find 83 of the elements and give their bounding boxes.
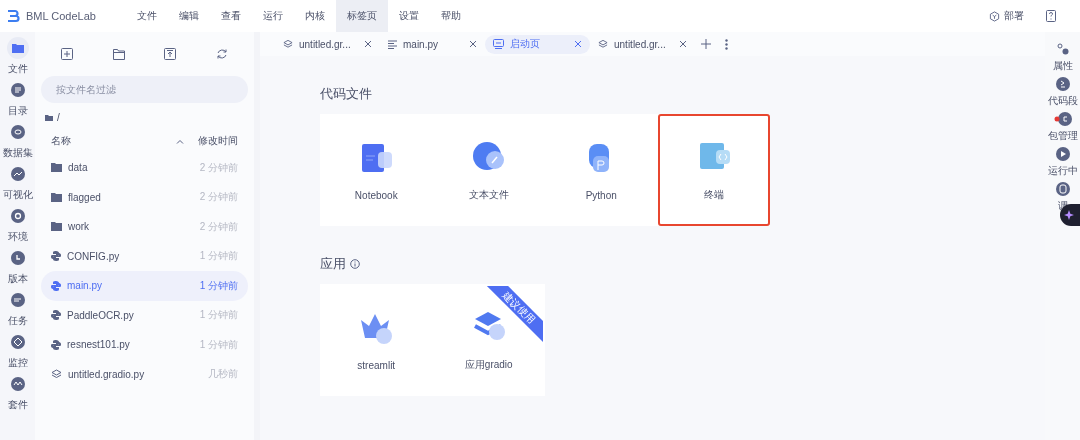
more-icon[interactable] xyxy=(725,38,728,50)
rail-label: 包管理 xyxy=(1047,129,1078,143)
info-icon[interactable] xyxy=(350,259,360,269)
close-icon[interactable] xyxy=(469,40,477,48)
card-label: streamlit xyxy=(357,359,396,371)
dataset-icon xyxy=(10,125,25,139)
file-name: untitled.gradio.py xyxy=(68,368,146,380)
filter-field[interactable]: 按文件名过滤 xyxy=(41,76,248,103)
section-title: 代码文件 xyxy=(320,85,372,103)
sparkle-icon xyxy=(1064,209,1076,221)
logo-icon xyxy=(6,9,20,23)
modified-time: 1 分钟前 xyxy=(199,278,238,293)
launcher-card[interactable]: 终端 xyxy=(657,114,770,226)
upload-icon[interactable] xyxy=(164,48,177,60)
editor-tab[interactable]: 启动页 xyxy=(485,34,590,54)
layers-icon xyxy=(51,369,62,380)
lines-icon xyxy=(388,39,397,49)
deploy-button[interactable]: 部署 xyxy=(989,9,1024,23)
task-icon xyxy=(10,293,25,307)
folder-icon xyxy=(11,43,24,53)
monitor-icon xyxy=(493,39,504,49)
add-icon[interactable] xyxy=(701,39,711,49)
file-name: main.py xyxy=(67,280,103,292)
file-name: resnest101.py xyxy=(67,339,131,351)
column-header[interactable]: 修改时间 xyxy=(198,134,238,148)
file-row[interactable]: untitled.gradio.py 几秒前 xyxy=(41,359,248,389)
section-title: 应用 xyxy=(320,255,346,273)
file-name: CONFIG.py xyxy=(67,250,121,262)
close-icon[interactable] xyxy=(679,40,687,48)
menu-item[interactable]: 标签页 xyxy=(336,0,388,32)
rail-button[interactable] xyxy=(6,37,29,59)
folder-icon xyxy=(51,163,62,173)
folder-icon xyxy=(51,192,62,202)
close-icon[interactable] xyxy=(364,40,372,48)
file-name: PaddleOCR.py xyxy=(67,309,135,321)
card-label: 文本文件 xyxy=(468,188,509,202)
file-name: work xyxy=(68,221,91,233)
folder-icon xyxy=(51,222,62,232)
modified-time: 几秒前 xyxy=(208,367,238,382)
rail-label: 代码段 xyxy=(1047,94,1078,108)
editor-tab[interactable]: main.py xyxy=(380,34,485,54)
python-icon xyxy=(51,280,61,291)
new-file-icon[interactable] xyxy=(60,48,73,60)
rail-label: 可视化 xyxy=(2,188,33,202)
python-icon xyxy=(51,339,61,350)
python-icon xyxy=(51,310,61,321)
rail-label: 版本 xyxy=(7,272,28,286)
rail-label: 运行中 xyxy=(1047,164,1078,178)
path-text: / xyxy=(57,112,60,123)
rail-label: 任务 xyxy=(7,314,28,328)
list-icon xyxy=(10,83,25,97)
chart-icon xyxy=(10,167,25,181)
diamond-icon xyxy=(10,335,25,349)
rail-label: 数据集 xyxy=(2,146,33,160)
cube-icon xyxy=(989,10,1000,22)
python-icon xyxy=(51,251,61,262)
rail-label: 属性 xyxy=(1052,59,1073,73)
editor-tab[interactable]: untitled.gr... xyxy=(590,34,695,54)
wave-icon xyxy=(10,377,25,391)
rail-label: 环境 xyxy=(7,230,28,244)
rail-label: 套件 xyxy=(7,398,28,412)
file-name: flagged xyxy=(68,191,102,203)
folder-icon xyxy=(45,114,53,121)
column-header[interactable]: 名称 xyxy=(51,134,176,148)
card-label: 应用gradio xyxy=(464,358,513,372)
rail-label: 监控 xyxy=(7,356,28,370)
card-label: 终端 xyxy=(703,188,724,202)
help-icon[interactable] xyxy=(1046,10,1056,22)
card-label: Python xyxy=(585,189,617,201)
close-icon[interactable] xyxy=(574,40,582,48)
folder-icon[interactable] xyxy=(112,48,125,60)
ring-icon xyxy=(10,209,25,223)
layers-icon xyxy=(598,39,608,49)
file-row[interactable]: main.py 1 分钟前 xyxy=(41,271,248,301)
refresh-icon[interactable] xyxy=(216,48,229,60)
clock-icon xyxy=(10,251,25,265)
rail-label: 目录 xyxy=(7,104,28,118)
file-name: data xyxy=(68,162,89,174)
layers-icon xyxy=(283,39,293,49)
app-title: BML CodeLab xyxy=(26,10,96,22)
rail-label: 文件 xyxy=(7,62,28,76)
card-label: Notebook xyxy=(354,189,398,201)
editor-tab[interactable]: untitled.gr... xyxy=(275,34,380,54)
